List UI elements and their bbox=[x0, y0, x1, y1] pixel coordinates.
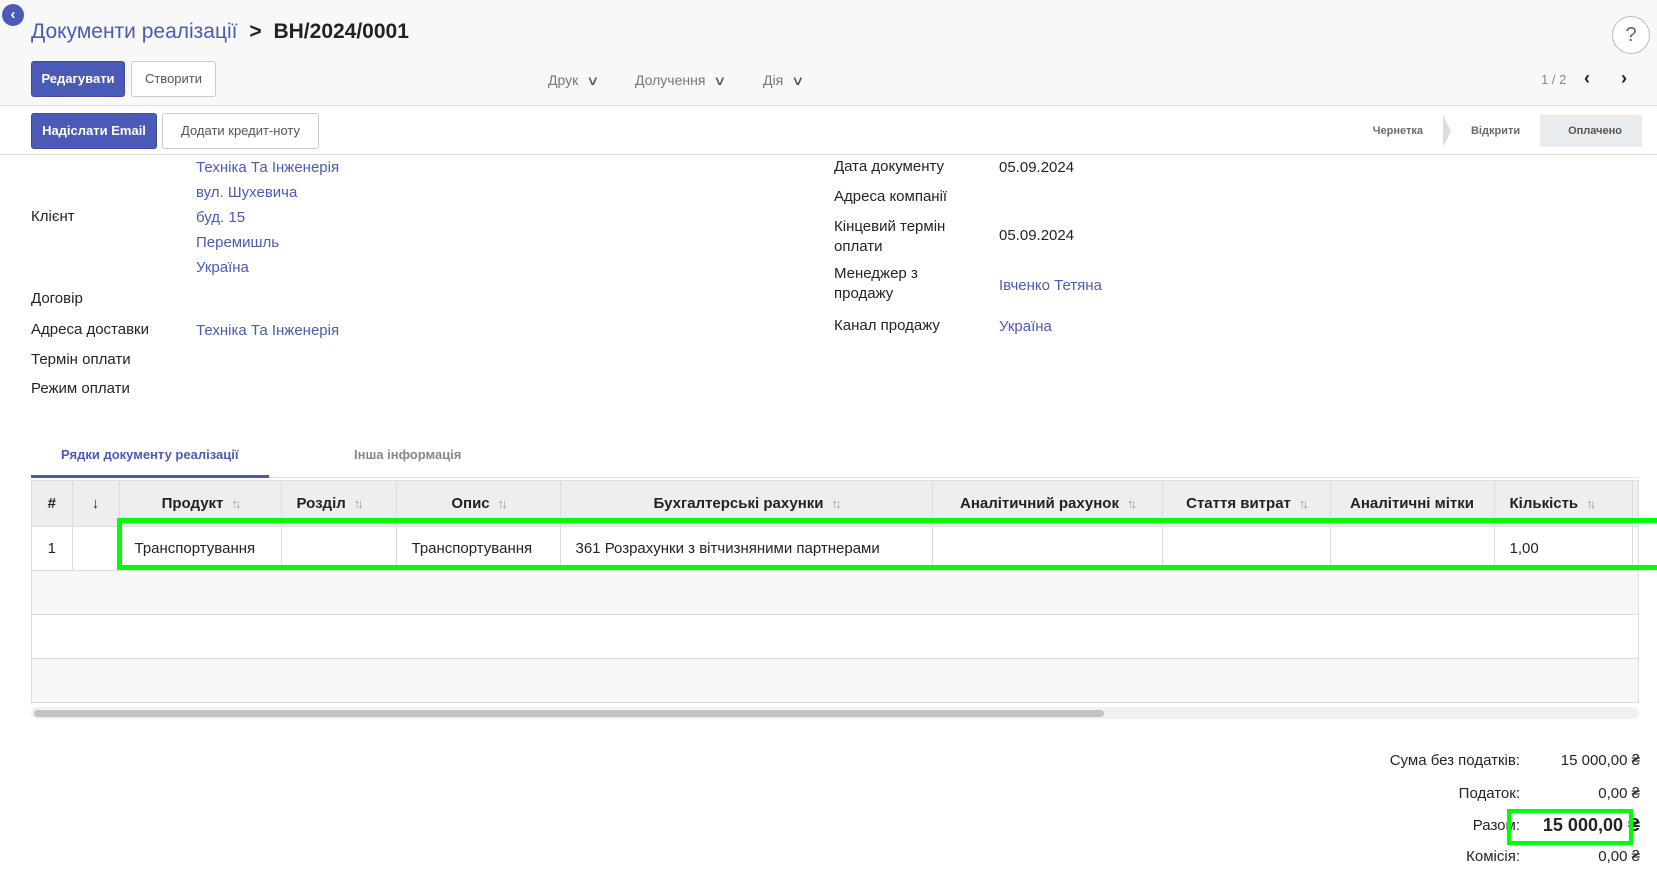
lines-table: # ↓ Продукт ↑↓ Розділ ↑↓ Опис ↑↓ Бухгалтерс… bbox=[31, 480, 1639, 703]
cell-next bbox=[1632, 526, 1638, 571]
sort-icon: ↑↓ bbox=[231, 495, 241, 511]
help-button[interactable]: ? bbox=[1612, 16, 1650, 54]
breadcrumb-separator: > bbox=[249, 20, 262, 43]
company-address-label: Адреса компанії bbox=[834, 188, 948, 205]
notebook-tabs: Рядки документу реалізації Інша інформац… bbox=[31, 436, 1639, 478]
horizontal-scrollbar[interactable] bbox=[31, 707, 1639, 719]
cell-section[interactable] bbox=[281, 526, 397, 571]
breadcrumb-parent-link[interactable]: Документи реалізації bbox=[31, 20, 238, 43]
col-expense-header[interactable]: Стаття витрат ↑↓ bbox=[1162, 481, 1331, 527]
untaxed-amount-label: Сума без податків: bbox=[1389, 752, 1520, 769]
commission-label: Комісія: bbox=[1466, 848, 1520, 865]
col-account-header[interactable]: Бухгалтерські рахунки ↑↓ bbox=[560, 481, 933, 527]
sort-icon: ↑↓ bbox=[497, 495, 508, 511]
send-email-button[interactable]: Надіслати Email bbox=[31, 113, 157, 149]
pager-next-icon[interactable]: › bbox=[1621, 68, 1627, 89]
doc-date-value: 05.09.2024 bbox=[999, 159, 1075, 176]
cell-expense[interactable] bbox=[1162, 526, 1331, 571]
action-label: Дія bbox=[763, 72, 784, 88]
sort-icon: ↑↓ bbox=[1586, 495, 1596, 511]
untaxed-amount-value: 15 000,00 ₴ bbox=[1560, 752, 1640, 769]
stage-open[interactable]: Відкрити bbox=[1443, 115, 1549, 147]
sort-icon: ↑↓ bbox=[1298, 495, 1309, 511]
client-label: Клієнт bbox=[31, 208, 75, 225]
empty-row bbox=[32, 614, 1638, 659]
cell-analytic-account[interactable] bbox=[932, 526, 1163, 571]
create-button[interactable]: Створити bbox=[131, 61, 216, 97]
sort-down-icon: ↓ bbox=[91, 494, 100, 512]
tab-other-info[interactable]: Інша інформація bbox=[324, 436, 491, 478]
breadcrumb: Документи реалізації > ВН/2024/0001 bbox=[31, 20, 409, 44]
table-header-row: # ↓ Продукт ↑↓ Розділ ↑↓ Опис ↑↓ Бухгалтерс… bbox=[32, 481, 1638, 527]
attachments-label: Долучення bbox=[635, 72, 706, 88]
scrollbar-thumb[interactable] bbox=[34, 710, 1104, 717]
cell-product[interactable]: Транспортування bbox=[119, 526, 282, 571]
due-date-label: Кінцевий термін оплати bbox=[834, 218, 946, 255]
status-stages: Чернетка Відкрити Оплачено bbox=[1345, 115, 1642, 147]
payment-term-label: Термін оплати bbox=[31, 351, 131, 368]
sort-icon: ↑↓ bbox=[1126, 495, 1137, 511]
control-panel: ‹ Документи реалізації > ВН/2024/0001 ? … bbox=[0, 0, 1657, 106]
sales-manager-value[interactable]: Івченко Тетяна bbox=[999, 273, 1102, 298]
due-date-value: 05.09.2024 bbox=[999, 227, 1075, 244]
payment-mode-label: Режим оплати bbox=[31, 380, 130, 397]
table-row[interactable]: 1 Транспортування Транспортування 361 Ро… bbox=[32, 526, 1638, 571]
empty-row bbox=[32, 658, 1638, 702]
cell-account[interactable]: 361 Розрахунки з вітчизняними партнерами bbox=[560, 526, 933, 571]
attachments-dropdown[interactable]: Долучення ∨ bbox=[635, 72, 727, 89]
breadcrumb-current: ВН/2024/0001 bbox=[273, 20, 409, 43]
print-label: Друк bbox=[548, 72, 579, 88]
cell-handle[interactable] bbox=[72, 526, 120, 571]
sales-channel-value[interactable]: Україна bbox=[999, 314, 1052, 339]
doc-date-label: Дата документу bbox=[834, 158, 945, 175]
chevron-down-icon: ∨ bbox=[586, 73, 600, 88]
tax-label: Податок: bbox=[1458, 785, 1520, 802]
cell-analytic-tags[interactable] bbox=[1330, 526, 1495, 571]
pager-value[interactable]: 1 / 2 bbox=[1541, 72, 1566, 87]
tax-value: 0,00 ₴ bbox=[1598, 785, 1640, 802]
col-section-header[interactable]: Розділ ↑↓ bbox=[281, 481, 397, 527]
commission-value: 0,00 ₴ bbox=[1598, 848, 1640, 865]
col-description-header[interactable]: Опис ↑↓ bbox=[396, 481, 561, 527]
chevron-down-icon: ∨ bbox=[713, 73, 727, 88]
col-quantity-header[interactable]: Кількість ↑↓ bbox=[1494, 481, 1633, 527]
statusbar: Надіслати Email Додати кредит-ноту Черне… bbox=[0, 107, 1657, 155]
cell-number: 1 bbox=[32, 526, 73, 571]
delivery-address-value[interactable]: Техніка Та Інженерія bbox=[196, 318, 339, 343]
col-sequence-header[interactable]: ↓ bbox=[72, 481, 120, 527]
add-credit-note-button[interactable]: Додати кредит-ноту bbox=[162, 113, 319, 149]
stage-draft[interactable]: Чернетка bbox=[1345, 115, 1451, 147]
total-value: 15 000,00 ₴ bbox=[1542, 815, 1640, 835]
client-value[interactable]: Техніка Та Інженерія вул. Шухевича буд. … bbox=[196, 155, 339, 280]
tab-document-lines[interactable]: Рядки документу реалізації bbox=[31, 436, 269, 478]
total-label: Разом: bbox=[1472, 817, 1520, 834]
cell-description[interactable]: Транспортування bbox=[396, 526, 561, 571]
col-product-header[interactable]: Продукт ↑↓ bbox=[119, 481, 282, 527]
action-dropdown[interactable]: Дія ∨ bbox=[763, 72, 805, 89]
col-number-header: # bbox=[32, 481, 73, 527]
chevron-down-icon: ∨ bbox=[791, 73, 805, 88]
sales-channel-label: Канал продажу bbox=[834, 317, 940, 334]
sales-manager-label: Менеджер з продажу bbox=[834, 265, 918, 302]
pager-prev-icon[interactable]: ‹ bbox=[1584, 68, 1590, 89]
cell-quantity[interactable]: 1,00 bbox=[1494, 526, 1633, 571]
col-analytic-tags-header[interactable]: Аналітичні мітки bbox=[1330, 481, 1495, 527]
stage-paid[interactable]: Оплачено bbox=[1540, 115, 1642, 147]
contract-label: Договір bbox=[31, 290, 83, 307]
edit-button[interactable]: Редагувати bbox=[31, 61, 125, 97]
sort-icon: ↑↓ bbox=[353, 495, 364, 511]
delivery-address-label: Адреса доставки bbox=[31, 321, 150, 338]
col-next-header bbox=[1632, 481, 1638, 527]
print-dropdown[interactable]: Друк ∨ bbox=[548, 72, 600, 89]
back-arrow-icon[interactable]: ‹ bbox=[2, 4, 24, 26]
sort-icon: ↑↓ bbox=[831, 495, 842, 511]
empty-row bbox=[32, 570, 1638, 615]
col-analytic-account-header[interactable]: Аналітичний рахунок ↑↓ bbox=[932, 481, 1163, 527]
